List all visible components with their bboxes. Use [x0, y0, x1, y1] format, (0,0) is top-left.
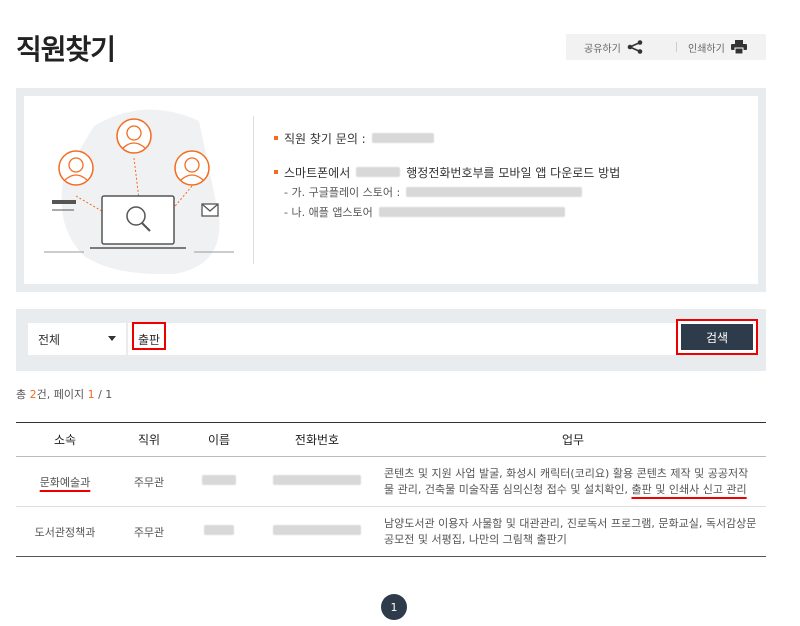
cell-phone	[254, 457, 380, 507]
cell-position: 주무관	[133, 525, 165, 539]
chevron-down-icon	[108, 336, 116, 341]
printer-icon	[730, 40, 747, 54]
cell-name	[184, 507, 254, 557]
print-button[interactable]: 인쇄하기	[688, 40, 747, 55]
table-row: 도서관정책과 주무관 남양도서관 이용자 사물함 및 대관관리, 진로독서 프로…	[16, 507, 766, 557]
cell-phone	[254, 507, 380, 557]
utility-divider	[676, 42, 677, 52]
redacted-name	[204, 525, 234, 535]
download-line: 스마트폰에서 행정전화번호부를 모바일 앱 다운로드 방법	[274, 162, 754, 182]
result-count: 2	[29, 388, 37, 401]
cell-duty: 남양도서관 이용자 사물함 및 대관관리, 진로독서 프로그램, 문화교실, 독…	[380, 507, 766, 557]
app-store-label: - 나. 애플 앱스토어	[284, 206, 373, 219]
scope-value: 전체	[38, 332, 61, 347]
duty-highlight: 출판 및 인쇄사 신고 관리	[631, 482, 747, 496]
cell-dept: 도서관정책과	[34, 525, 96, 539]
redacted-phone	[273, 525, 361, 535]
share-icon	[627, 40, 643, 54]
table-header-row: 소속 직위 이름 전화번호 업무	[16, 422, 766, 457]
app-store-line: - 나. 애플 앱스토어	[274, 202, 754, 222]
header-dept: 소속	[53, 433, 77, 447]
result-summary: 총 2건, 페이지 1 / 1	[16, 386, 112, 402]
header-phone: 전화번호	[294, 433, 340, 447]
table-row: 문화예술과 주무관 콘텐츠 및 지원 사업 발굴, 화성시 캐릭터(코리요) 활…	[16, 457, 766, 507]
cell-position: 주무관	[133, 475, 165, 489]
summary-prefix: 총	[16, 388, 30, 401]
print-label: 인쇄하기	[688, 43, 725, 55]
header-duty: 업무	[561, 433, 585, 447]
redacted-link[interactable]	[378, 207, 565, 217]
search-button[interactable]: 검색	[676, 319, 758, 355]
inquiry-line: 직원 찾기 문의 :	[274, 128, 754, 148]
duty-text: 남양도서관 이용자 사물함 및 대관관리, 진로독서 프로그램, 문화교실, 독…	[384, 516, 757, 546]
redacted-text	[356, 167, 401, 177]
info-text: 직원 찾기 문의 : 스마트폰에서 행정전화번호부를 모바일 앱 다운로드 방법…	[274, 128, 754, 222]
redacted-name	[202, 475, 236, 485]
search-input[interactable]	[128, 323, 676, 355]
info-panel: 직원 찾기 문의 : 스마트폰에서 행정전화번호부를 모바일 앱 다운로드 방법…	[16, 88, 766, 292]
redacted-phone	[273, 475, 361, 485]
bullet-icon	[274, 170, 278, 174]
header-name: 이름	[207, 433, 231, 447]
total-pages: / 1	[94, 388, 113, 401]
inquiry-label: 직원 찾기 문의 :	[284, 131, 366, 146]
redacted-phone	[371, 133, 434, 143]
cell-name	[184, 457, 254, 507]
download-label-pre: 스마트폰에서	[284, 165, 351, 180]
cell-dept: 문화예술과	[16, 457, 114, 507]
header-position: 직위	[137, 433, 161, 447]
google-play-line: - 가. 구글플레이 스토어 :	[274, 182, 754, 202]
results-table: 소속 직위 이름 전화번호 업무 문화예술과 주무관 콘텐츠 및 지원 사업 발…	[16, 422, 766, 557]
current-page: 1	[87, 388, 95, 401]
scope-select[interactable]: 전체	[28, 323, 126, 355]
info-panel-inner: 직원 찾기 문의 : 스마트폰에서 행정전화번호부를 모바일 앱 다운로드 방법…	[24, 96, 758, 284]
pagination-page-button[interactable]: 1	[381, 594, 407, 620]
share-button[interactable]: 공유하기	[584, 40, 643, 55]
share-label: 공유하기	[584, 43, 621, 55]
dept-value: 문화예술과	[39, 475, 91, 489]
info-divider	[253, 116, 254, 264]
page-title: 직원찾기	[16, 33, 116, 66]
google-play-label: - 가. 구글플레이 스토어 :	[284, 186, 401, 199]
search-panel: 전체 검색	[16, 309, 766, 371]
summary-middle: 건, 페이지	[36, 388, 88, 401]
redacted-link[interactable]	[406, 187, 583, 197]
staff-search-illustration	[44, 109, 234, 275]
cell-duty: 콘텐츠 및 지원 사업 발굴, 화성시 캐릭터(코리요) 활용 콘텐츠 제작 및…	[380, 457, 766, 507]
bullet-icon	[274, 136, 278, 140]
utility-bar: 공유하기 인쇄하기	[566, 34, 766, 60]
download-label-post: 행정전화번호부를 모바일 앱 다운로드 방법	[406, 165, 621, 180]
